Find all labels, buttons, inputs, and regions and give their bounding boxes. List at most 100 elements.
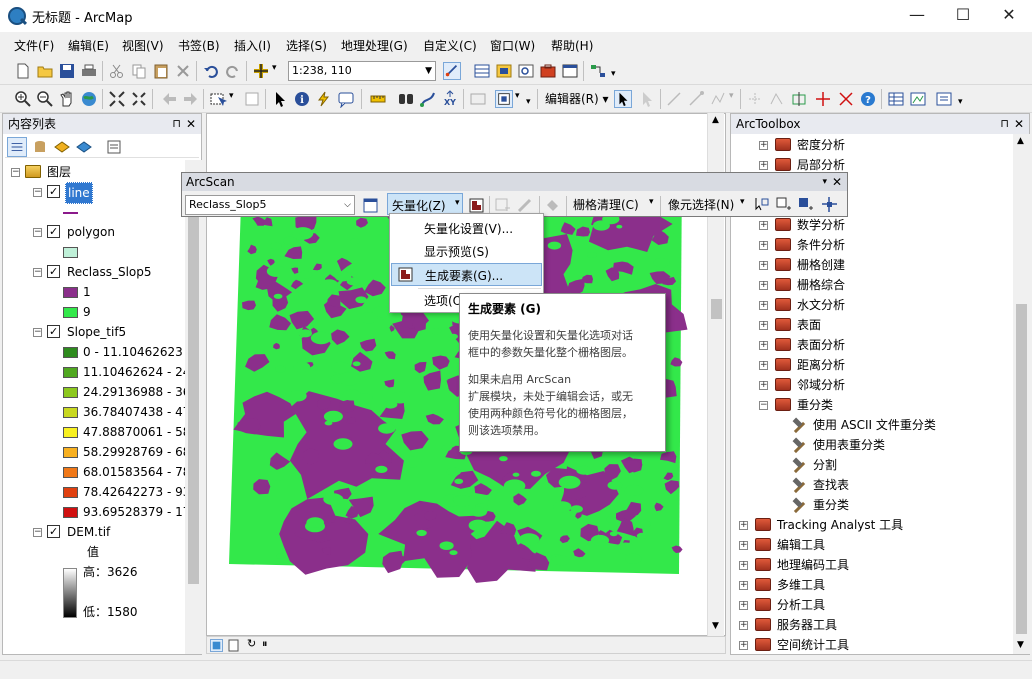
close-icon[interactable]: ✕	[1014, 114, 1024, 134]
time-slider-icon[interactable]	[469, 90, 487, 108]
go-to-xy-icon[interactable]: XY	[441, 90, 459, 108]
raster-cursor-icon[interactable]	[821, 196, 838, 213]
toolbox-tree-row[interactable]: + 栅格综合	[731, 275, 1011, 295]
copy-icon[interactable]	[130, 62, 148, 80]
find-route-icon[interactable]	[419, 90, 437, 108]
toc-root-row[interactable]: − 图层	[3, 162, 183, 182]
sketch-properties-icon[interactable]	[909, 90, 927, 108]
layer-visibility-checkbox[interactable]	[47, 222, 60, 242]
shape-recognition-icon[interactable]	[544, 197, 561, 214]
toolbox-tree-row[interactable]: + 分析工具	[731, 595, 1011, 615]
collapse-icon[interactable]: −	[33, 188, 42, 197]
toolbox-tree-row[interactable]: 使用 ASCII 文件重分类	[731, 415, 1011, 435]
expand-icon[interactable]: +	[759, 161, 768, 170]
toc-scrollbar-thumb[interactable]	[188, 174, 199, 584]
add-data-icon[interactable]	[252, 62, 270, 80]
python-window-icon[interactable]	[561, 62, 579, 80]
generate-features-item[interactable]: 生成要素(G)...	[391, 263, 542, 286]
trace-icon[interactable]	[709, 90, 727, 108]
list-by-selection-icon[interactable]	[75, 138, 93, 156]
toolbox-tree-row[interactable]: − 重分类	[731, 395, 1011, 415]
save-icon[interactable]	[58, 62, 76, 80]
toolbox-tree-row[interactable]: + 地理编码工具	[731, 555, 1011, 575]
expand-icon[interactable]: +	[759, 281, 768, 290]
expand-icon[interactable]: +	[759, 341, 768, 350]
collapse-icon[interactable]: −	[33, 268, 42, 277]
show-preview-item[interactable]: 显示预览(S)	[424, 241, 489, 263]
generate-features-icon[interactable]	[468, 197, 485, 214]
toolbox-tree-row[interactable]: 分割	[731, 455, 1011, 475]
layer-name[interactable]: polygon	[65, 222, 117, 242]
expand-icon[interactable]: +	[759, 361, 768, 370]
menu-view[interactable]: 视图(V)	[122, 37, 164, 54]
editor-menu[interactable]: 编辑器(R) ▾	[545, 90, 609, 107]
forward-extent-icon[interactable]	[182, 90, 200, 108]
toolbox-tree-row[interactable]: + 服务器工具	[731, 615, 1011, 635]
redo-icon[interactable]	[224, 62, 242, 80]
editor-toolbar-icon[interactable]	[443, 62, 461, 80]
attributes-icon[interactable]	[887, 90, 905, 108]
new-document-icon[interactable]	[14, 62, 32, 80]
toc-layer-row[interactable]: − Slope_tif5	[3, 322, 183, 342]
list-by-drawing-order-icon[interactable]	[7, 137, 27, 157]
search-window-icon[interactable]	[517, 62, 535, 80]
cell-selection-menu[interactable]: 像元选择(N)	[668, 196, 734, 213]
collapse-icon[interactable]: −	[33, 328, 42, 337]
menu-bookmarks[interactable]: 书签(B)	[178, 37, 220, 54]
toolbar-overflow-icon[interactable]: ▾	[611, 69, 616, 79]
cut-icon[interactable]	[108, 62, 126, 80]
layer-name[interactable]: DEM.tif	[65, 522, 112, 542]
expand-icon[interactable]: +	[759, 261, 768, 270]
toolbox-tree-row[interactable]: + 表面	[731, 315, 1011, 335]
refresh-icon[interactable]: ↻	[247, 637, 256, 650]
layer-visibility-checkbox[interactable]	[47, 522, 60, 542]
open-folder-icon[interactable]	[36, 62, 54, 80]
select-connected-cells-icon[interactable]	[753, 196, 770, 213]
cut-polygons-icon[interactable]	[790, 90, 808, 108]
vectorization-menu[interactable]: 矢量化(Z) ▾	[387, 193, 463, 215]
arctoolbox-icon[interactable]	[539, 62, 557, 80]
select-features-icon[interactable]	[209, 90, 227, 108]
expand-icon[interactable]: +	[759, 141, 768, 150]
measure-icon[interactable]	[369, 90, 387, 108]
toc-layer-row[interactable]: − line	[3, 182, 183, 204]
toc-layer-row[interactable]: − Reclass_Slop5	[3, 262, 183, 282]
toolbox-tree-row[interactable]: + 多维工具	[731, 575, 1011, 595]
find-connected-cells-icon[interactable]	[775, 196, 792, 213]
expand-icon[interactable]: +	[759, 221, 768, 230]
paste-icon[interactable]	[152, 62, 170, 80]
close-button[interactable]: ✕	[986, 0, 1032, 32]
menu-edit[interactable]: 编辑(E)	[68, 37, 109, 54]
menu-customize[interactable]: 自定义(C)	[423, 37, 477, 54]
toolbox-tree-row[interactable]: + 邻域分析	[731, 375, 1011, 395]
menu-geoprocessing[interactable]: 地理处理(G)	[341, 37, 408, 54]
map-scroll-thumb[interactable]	[711, 299, 722, 319]
scroll-up-icon[interactable]: ▲	[1017, 136, 1024, 146]
toolbox-scroll-thumb[interactable]	[1016, 304, 1027, 634]
html-popup-icon[interactable]	[337, 90, 355, 108]
scroll-up-icon[interactable]: ▲	[712, 115, 719, 125]
edit-vertices-icon[interactable]	[746, 90, 764, 108]
arcscan-title-bar[interactable]: ArcScan ▾ ✕	[182, 173, 847, 191]
pin-icon[interactable]: ⊓	[1000, 114, 1009, 134]
toolbox-tree-row[interactable]: 查找表	[731, 475, 1011, 495]
close-icon[interactable]: ✕	[832, 173, 842, 191]
data-view-icon[interactable]	[210, 639, 223, 652]
menu-help[interactable]: 帮助(H)	[551, 37, 593, 54]
toolbox-tree-row[interactable]: + 数学分析	[731, 215, 1011, 235]
toolbox-tree-row[interactable]: 使用表重分类	[731, 435, 1011, 455]
toc-layer-row[interactable]: − DEM.tif	[3, 522, 183, 542]
zoom-out-icon[interactable]	[36, 90, 54, 108]
options-icon[interactable]	[105, 138, 123, 156]
pause-drawing-icon[interactable]: ⏸	[262, 637, 268, 651]
edit-annotation-icon[interactable]	[638, 90, 656, 108]
catalog-icon[interactable]	[495, 62, 513, 80]
zoom-in-icon[interactable]	[14, 90, 32, 108]
undo-icon[interactable]	[202, 62, 220, 80]
vectorization-settings-item[interactable]: 矢量化设置(V)...	[424, 218, 513, 240]
collapse-icon[interactable]: −	[759, 401, 768, 410]
expand-icon[interactable]: +	[759, 321, 768, 330]
list-by-visibility-icon[interactable]	[53, 138, 71, 156]
layer-name[interactable]: Slope_tif5	[65, 322, 128, 342]
collapse-icon[interactable]: −	[33, 528, 42, 537]
